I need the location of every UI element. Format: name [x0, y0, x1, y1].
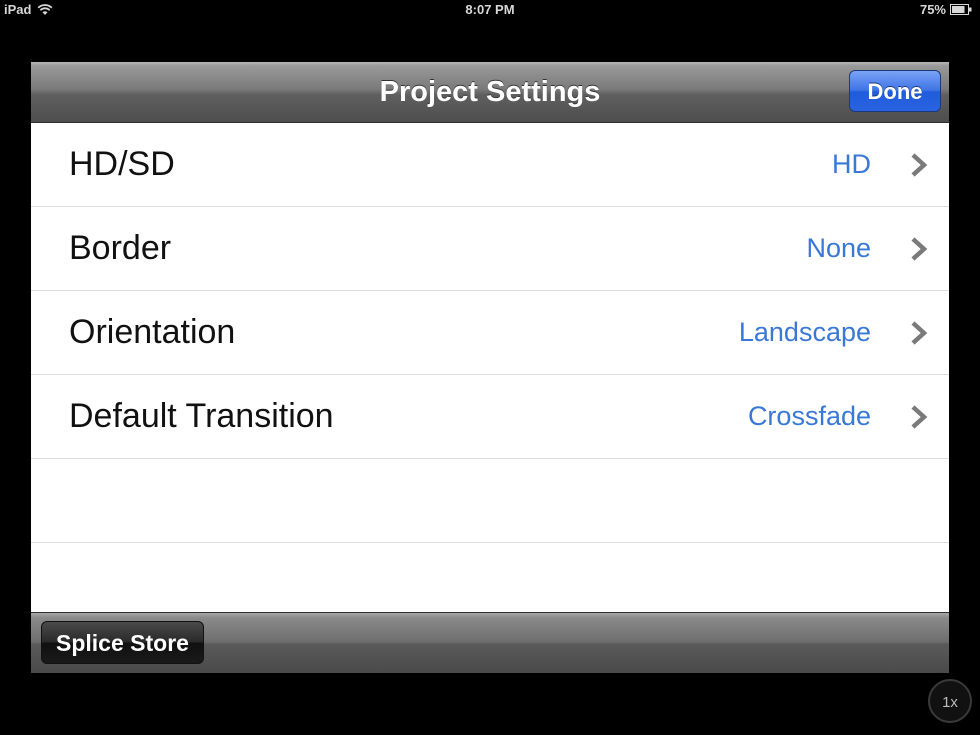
bottom-toolbar: Splice Store	[31, 612, 949, 673]
status-time: 8:07 PM	[465, 2, 515, 17]
project-settings-sheet: Project Settings Done HD/SD HD Border No…	[31, 62, 949, 673]
settings-row-orientation[interactable]: Orientation Landscape	[31, 291, 949, 375]
empty-row	[31, 459, 949, 543]
navigation-bar: Project Settings Done	[31, 62, 949, 123]
row-label: Orientation	[69, 313, 236, 351]
status-bar: iPad 8:07 PM 75%	[0, 0, 980, 20]
row-label: HD/SD	[69, 145, 175, 183]
row-label: Default Transition	[69, 397, 334, 435]
ipad-screen: iPad 8:07 PM 75% Project Settings Done H…	[0, 0, 980, 735]
chevron-right-icon	[911, 237, 928, 261]
row-value: Landscape	[738, 317, 871, 347]
settings-row-default-transition[interactable]: Default Transition Crossfade	[31, 375, 949, 459]
row-value: HD	[832, 149, 871, 179]
chevron-right-icon	[911, 321, 928, 345]
settings-row-border[interactable]: Border None	[31, 207, 949, 291]
zoom-badge[interactable]: 1x	[928, 679, 972, 723]
battery-icon	[950, 4, 972, 15]
status-right: 75%	[920, 2, 972, 17]
settings-list: HD/SD HD Border None Orientation Landsca…	[31, 123, 949, 543]
settings-row-hd-sd[interactable]: HD/SD HD	[31, 123, 949, 207]
chevron-right-icon	[911, 153, 928, 177]
done-button[interactable]: Done	[849, 70, 941, 112]
battery-percent: 75%	[919, 2, 946, 17]
splice-store-button[interactable]: Splice Store	[41, 621, 204, 664]
row-value: Crossfade	[747, 401, 871, 431]
row-value: None	[806, 233, 871, 263]
page-title: Project Settings	[379, 76, 601, 108]
row-label: Border	[69, 229, 172, 267]
chevron-right-icon	[911, 405, 928, 429]
